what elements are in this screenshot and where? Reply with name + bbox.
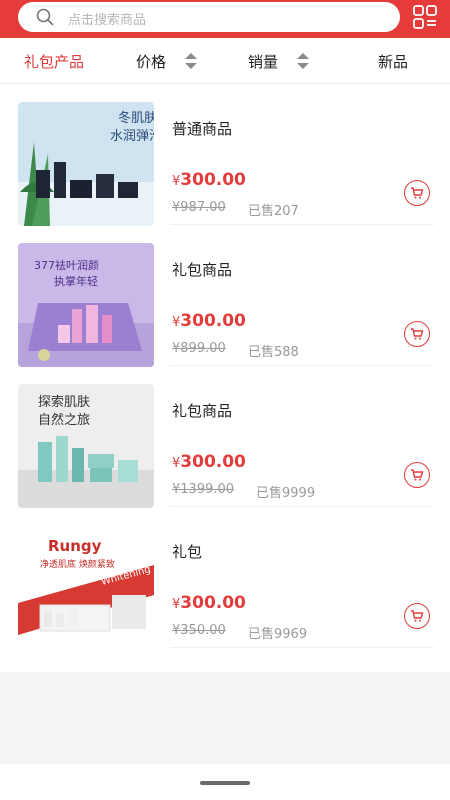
search-icon <box>36 8 54 26</box>
sold-count: 已售9999 <box>256 486 316 501</box>
list-item[interactable]: Rungy 净透肌底 焕颜紧致 Whitening 礼包 ¥300.00 ¥35… <box>0 507 450 649</box>
product-image: 377袪叶润颜 执掌年轻 <box>18 243 154 367</box>
cart-icon <box>411 469 424 481</box>
sold-count: 已售207 <box>248 204 299 219</box>
svg-text:净透肌底 焕颜紧致: 净透肌底 焕颜紧致 <box>40 558 115 570</box>
svg-text:冬肌肤: 冬肌肤 <box>118 110 154 126</box>
svg-text:执掌年轻: 执掌年轻 <box>54 274 98 288</box>
product-price: ¥300.00 <box>172 311 246 331</box>
product-title: 礼包商品 <box>172 261 233 279</box>
product-image: 探索肌肤 自然之旅 <box>18 384 154 508</box>
svg-text:Rungy: Rungy <box>48 537 102 555</box>
add-to-cart-button[interactable] <box>404 180 430 206</box>
product-image: Rungy 净透肌底 焕颜紧致 Whitening <box>18 525 154 649</box>
sort-icon[interactable] <box>296 52 310 70</box>
svg-text:探索肌肤: 探索肌肤 <box>38 395 90 410</box>
grid-menu-icon[interactable] <box>412 4 438 30</box>
product-list: 冬肌肤 水润弹滑 普通商品 ¥300.00 ¥987.00 已售207 <box>0 84 450 672</box>
cart-icon <box>411 187 424 199</box>
search-input[interactable]: 点击搜索商品 <box>18 2 400 32</box>
list-item[interactable]: 377袪叶润颜 执掌年轻 礼包商品 ¥300.00 ¥899.00 已售588 <box>0 225 450 367</box>
divider <box>170 647 434 648</box>
add-to-cart-button[interactable] <box>404 321 430 347</box>
sort-icon[interactable] <box>184 52 198 70</box>
list-item[interactable]: 探索肌肤 自然之旅 礼包商品 ¥300.00 ¥1399.00 已售9999 <box>0 366 450 508</box>
product-title: 礼包商品 <box>172 402 233 420</box>
tab-new[interactable]: 新品 <box>378 51 408 72</box>
product-price: ¥300.00 <box>172 170 246 190</box>
sold-count: 已售588 <box>248 345 299 360</box>
filter-tabs: 礼包产品 价格 销量 新品 <box>0 38 450 84</box>
original-price: ¥350.00 <box>172 623 226 638</box>
original-price: ¥899.00 <box>172 341 226 356</box>
product-image: 冬肌肤 水润弹滑 <box>18 102 154 226</box>
home-indicator[interactable] <box>200 781 250 785</box>
svg-text:377袪叶润颜: 377袪叶润颜 <box>34 258 99 272</box>
search-placeholder: 点击搜索商品 <box>68 13 147 28</box>
original-price: ¥987.00 <box>172 200 226 215</box>
svg-text:自然之旅: 自然之旅 <box>38 412 90 428</box>
product-price: ¥300.00 <box>172 593 246 613</box>
svg-text:水润弹滑: 水润弹滑 <box>110 129 154 144</box>
tab-gift-products[interactable]: 礼包产品 <box>24 51 84 72</box>
sold-count: 已售9969 <box>248 627 308 642</box>
original-price: ¥1399.00 <box>172 482 235 497</box>
product-title: 礼包 <box>172 543 203 561</box>
cart-icon <box>411 610 424 622</box>
list-item[interactable]: 冬肌肤 水润弹滑 普通商品 ¥300.00 ¥987.00 已售207 <box>0 84 450 226</box>
product-price: ¥300.00 <box>172 452 246 472</box>
tab-sales[interactable]: 销量 <box>248 51 278 72</box>
top-bar: 点击搜索商品 <box>0 0 450 38</box>
tab-price[interactable]: 价格 <box>136 51 166 72</box>
add-to-cart-button[interactable] <box>404 603 430 629</box>
cart-icon <box>411 328 424 340</box>
product-title: 普通商品 <box>172 120 233 138</box>
add-to-cart-button[interactable] <box>404 462 430 488</box>
